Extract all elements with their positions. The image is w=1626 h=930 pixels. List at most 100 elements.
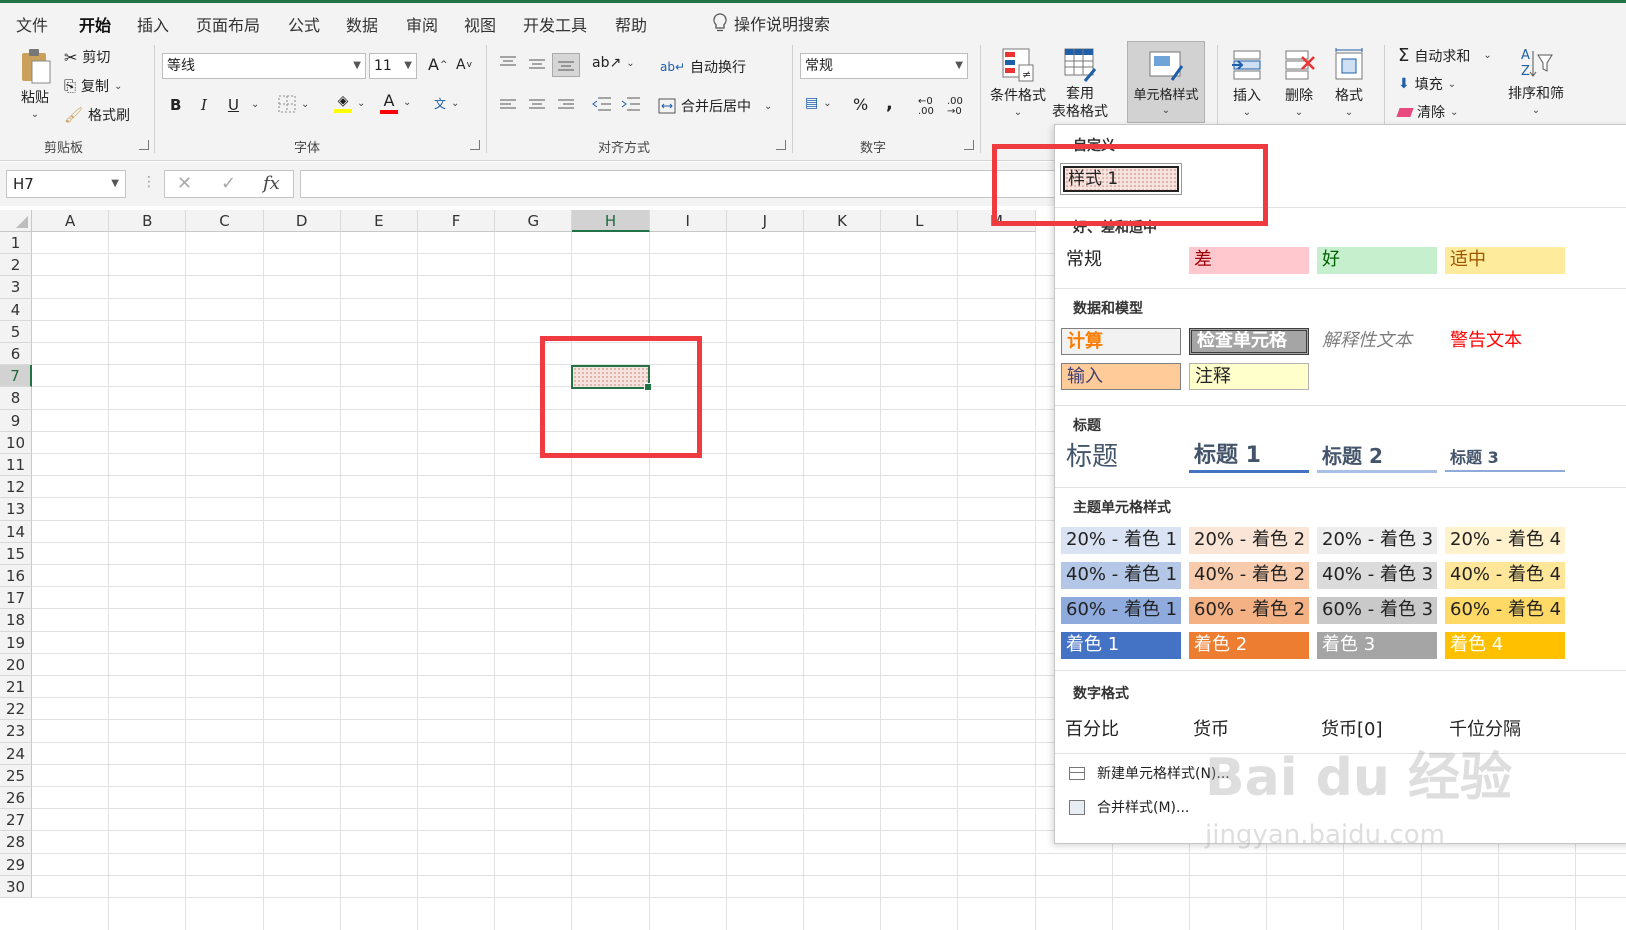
align-bottom-button[interactable] [552, 53, 580, 77]
row-header-12[interactable]: 12 [0, 476, 32, 499]
row-header-28[interactable]: 28 [0, 831, 32, 854]
style-percent[interactable]: 百分比 [1065, 715, 1119, 741]
fill-button[interactable]: ⬇ 填充 ⌄ [1398, 74, 1456, 94]
format-painter-button[interactable]: 🖌 格式刷 [64, 105, 130, 125]
row-header-9[interactable]: 9 [0, 409, 32, 432]
column-header-e[interactable]: E [340, 210, 418, 232]
clipboard-launcher[interactable] [139, 140, 149, 150]
paste-button[interactable]: 粘贴 ⌄ [18, 47, 52, 120]
number-format-select[interactable]: 常规 ▼ [800, 53, 968, 79]
style-heading-1[interactable]: 标题 1 [1189, 441, 1309, 473]
style-check-cell[interactable]: 检查单元格 [1189, 328, 1309, 355]
column-header-f[interactable]: F [418, 210, 496, 232]
style-warning[interactable]: 警告文本 [1445, 328, 1565, 355]
tab-review[interactable]: 审阅 [406, 12, 438, 36]
row-header-24[interactable]: 24 [0, 742, 32, 765]
column-header-k[interactable]: K [804, 210, 882, 232]
row-header-5[interactable]: 5 [0, 320, 32, 343]
style-theme-4-1[interactable]: 着色 1 [1061, 632, 1181, 659]
style-theme-1-2[interactable]: 20% - 着色 2 [1189, 527, 1309, 554]
row-header-10[interactable]: 10 [0, 431, 32, 454]
row-header-17[interactable]: 17 [0, 587, 32, 610]
tell-me-search[interactable]: 操作说明搜索 [712, 11, 830, 35]
column-header-g[interactable]: G [495, 210, 573, 232]
increase-indent-button[interactable] [621, 96, 641, 112]
row-header-2[interactable]: 2 [0, 254, 32, 277]
orientation-button[interactable]: ab↗ ⌄ [592, 55, 635, 71]
style-good[interactable]: 好 [1317, 247, 1437, 274]
row-header-3[interactable]: 3 [0, 276, 32, 299]
merge-styles-menu-item[interactable]: 合并样式(M)... [1069, 797, 1189, 817]
check-icon[interactable]: ✓ [221, 173, 236, 194]
row-header-25[interactable]: 25 [0, 764, 32, 787]
insert-cells-button[interactable]: 插入 ⌄ [1230, 47, 1264, 118]
number-launcher[interactable] [964, 140, 974, 150]
row-header-16[interactable]: 16 [0, 565, 32, 588]
style-theme-2-1[interactable]: 40% - 着色 1 [1061, 562, 1181, 589]
font-name-select[interactable]: 等线 ▼ [162, 53, 366, 79]
row-header-27[interactable]: 27 [0, 809, 32, 832]
align-top-button[interactable] [499, 55, 517, 69]
style-theme-4-3[interactable]: 着色 3 [1317, 632, 1437, 659]
underline-button[interactable]: U [228, 96, 239, 114]
cell-styles-button[interactable]: 单元格样式 ⌄ [1127, 41, 1205, 123]
decrease-indent-button[interactable] [592, 96, 612, 112]
cancel-icon[interactable]: ✕ [177, 173, 192, 194]
style-theme-3-2[interactable]: 60% - 着色 2 [1189, 597, 1309, 624]
shrink-font-button[interactable]: Av [456, 57, 472, 73]
alignment-launcher[interactable] [776, 140, 786, 150]
wrap-text-button[interactable]: ab↵ 自动换行 [660, 57, 746, 77]
style-heading-3[interactable]: 标题 3 [1445, 445, 1565, 472]
comma-button[interactable]: , [886, 93, 893, 114]
chevron-down-icon[interactable]: ⌄ [251, 99, 259, 110]
row-header-26[interactable]: 26 [0, 787, 32, 810]
style-note[interactable]: 注释 [1189, 363, 1309, 390]
column-header-j[interactable]: J [726, 210, 804, 232]
tab-file[interactable]: 文件 [16, 12, 48, 36]
row-header-14[interactable]: 14 [0, 520, 32, 543]
row-header-15[interactable]: 15 [0, 542, 32, 565]
align-left-button[interactable] [499, 98, 517, 112]
column-header-b[interactable]: B [109, 210, 187, 232]
row-header-11[interactable]: 11 [0, 454, 32, 477]
style-theme-2-2[interactable]: 40% - 着色 2 [1189, 562, 1309, 589]
style-theme-3-1[interactable]: 60% - 着色 1 [1061, 597, 1181, 624]
row-header-8[interactable]: 8 [0, 387, 32, 410]
increase-decimal-button[interactable]: ←0.00 [918, 97, 934, 117]
align-middle-button[interactable] [528, 57, 546, 71]
delete-cells-button[interactable]: 删除 ⌄ [1282, 47, 1316, 118]
tab-insert[interactable]: 插入 [137, 12, 169, 36]
font-color-button[interactable]: A ⌄ [380, 91, 411, 114]
clear-button[interactable]: 清除 ⌄ [1396, 102, 1458, 122]
row-header-22[interactable]: 22 [0, 698, 32, 721]
row-header-21[interactable]: 21 [0, 676, 32, 699]
conditional-formatting-button[interactable]: ≠ 条件格式 ⌄ [990, 47, 1046, 118]
column-header-i[interactable]: I [649, 210, 727, 232]
decrease-decimal-button[interactable]: .00 →0 [947, 97, 963, 117]
tab-developer[interactable]: 开发工具 [523, 12, 587, 36]
column-header-h[interactable]: H [572, 210, 650, 232]
cut-button[interactable]: ✂ 剪切 [64, 47, 110, 67]
style-bad[interactable]: 差 [1189, 247, 1309, 274]
row-header-19[interactable]: 19 [0, 631, 32, 654]
format-as-table-button[interactable]: 套用 表格格式 [1052, 47, 1108, 121]
style-theme-4-4[interactable]: 着色 4 [1445, 632, 1565, 659]
style-theme-1-1[interactable]: 20% - 着色 1 [1061, 527, 1181, 554]
row-header-6[interactable]: 6 [0, 343, 32, 366]
style-neutral[interactable]: 适中 [1445, 247, 1565, 274]
column-header-d[interactable]: D [263, 210, 341, 232]
style-theme-4-2[interactable]: 着色 2 [1189, 632, 1309, 659]
column-header-l[interactable]: L [881, 210, 959, 232]
font-size-select[interactable]: 11 ▼ [369, 53, 417, 79]
format-cells-button[interactable]: 格式 ⌄ [1332, 47, 1366, 118]
tab-view[interactable]: 视图 [464, 12, 496, 36]
merge-center-button[interactable]: 合并后居中 ⌄ [658, 96, 772, 116]
insert-function-button[interactable]: fx [263, 173, 280, 194]
row-header-20[interactable]: 20 [0, 653, 32, 676]
row-header-30[interactable]: 30 [0, 875, 32, 898]
italic-button[interactable]: I [201, 96, 207, 114]
name-box[interactable]: H7 ▼ [6, 170, 126, 198]
tab-home[interactable]: 开始 [79, 12, 112, 44]
row-header-1[interactable]: 1 [0, 232, 32, 255]
percent-button[interactable]: % [853, 95, 868, 114]
